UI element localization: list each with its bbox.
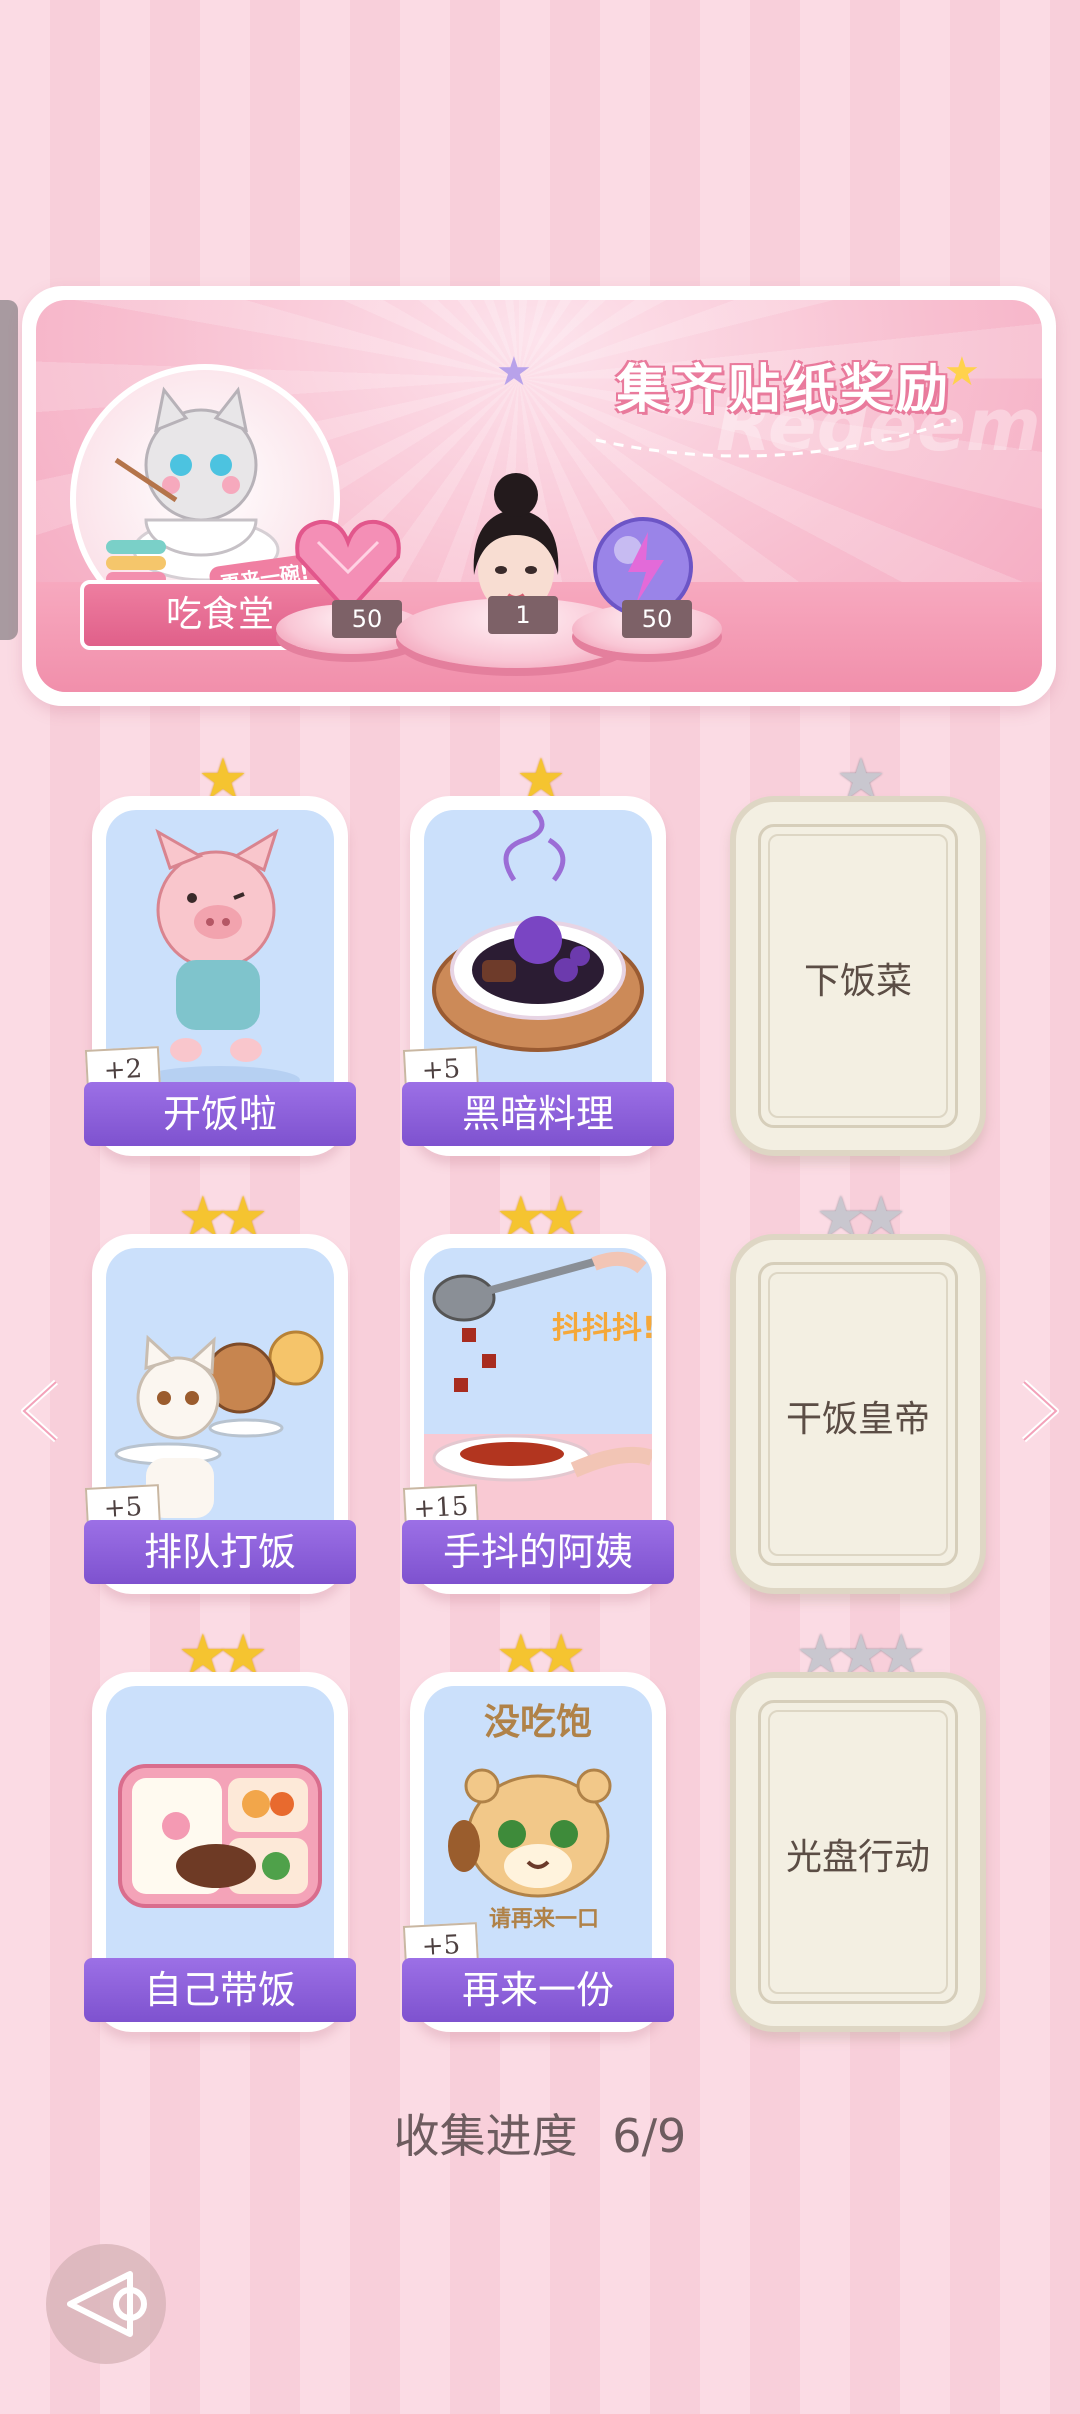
sticker-card[interactable]: 自己带饭 bbox=[84, 1672, 356, 2032]
sticker-card[interactable]: 抖抖抖! +15 手抖的阿姨 bbox=[402, 1234, 674, 1594]
locked-card[interactable]: 光盘行动 bbox=[730, 1672, 986, 2032]
card-label: 开饭啦 bbox=[84, 1082, 356, 1146]
card-label: 下饭菜 bbox=[803, 961, 912, 1002]
art-text: 抖抖抖! bbox=[552, 1311, 652, 1346]
sticker-card[interactable]: +5 黑暗料理 bbox=[402, 796, 674, 1156]
reward-qty: 50 bbox=[332, 600, 402, 638]
banner-title: 集齐贴纸奖励 bbox=[615, 360, 952, 420]
reward-qty: 1 bbox=[488, 596, 558, 634]
progress-value: 6/9 bbox=[612, 2109, 687, 2163]
reward-qty: 50 bbox=[622, 600, 692, 638]
locked-card[interactable]: 下饭菜 bbox=[730, 796, 986, 1156]
back-button[interactable] bbox=[46, 2244, 166, 2364]
sticker-card[interactable]: +2 开饭啦 bbox=[84, 796, 356, 1156]
art-text-bottom: 请再来一口 bbox=[489, 1906, 599, 1932]
sticker-card[interactable]: 没吃饱 请再来一口 +5 再来一份 bbox=[402, 1672, 674, 2032]
side-drawer-tab[interactable] bbox=[0, 300, 18, 640]
back-arrow-icon bbox=[67, 2271, 147, 2337]
card-label: 自己带饭 bbox=[84, 1958, 356, 2022]
sparkle-icon: ★ bbox=[496, 349, 532, 395]
card-label: 干饭皇帝 bbox=[785, 1399, 930, 1440]
locked-card[interactable]: 干饭皇帝 bbox=[730, 1234, 986, 1594]
progress-label: 收集进度 bbox=[393, 2109, 578, 2163]
sticker-card[interactable]: +5 排队打饭 bbox=[84, 1234, 356, 1594]
bento-box-icon bbox=[118, 1764, 322, 1908]
card-label: 排队打饭 bbox=[84, 1520, 356, 1584]
reward-banner: Redeem ★ ★ 集齐贴纸奖励 再来一碗! 吃食堂 50 1 50 bbox=[22, 286, 1056, 706]
collection-progress: 收集进度 6/9 bbox=[0, 2100, 1080, 2166]
card-label: 再来一份 bbox=[402, 1958, 674, 2022]
prev-page-icon[interactable] bbox=[16, 1376, 62, 1446]
card-label: 光盘行动 bbox=[785, 1837, 930, 1878]
card-label: 黑暗料理 bbox=[402, 1082, 674, 1146]
art-text-top: 没吃饱 bbox=[484, 1702, 592, 1743]
card-label: 手抖的阿姨 bbox=[402, 1520, 674, 1584]
next-page-icon[interactable] bbox=[1018, 1376, 1064, 1446]
